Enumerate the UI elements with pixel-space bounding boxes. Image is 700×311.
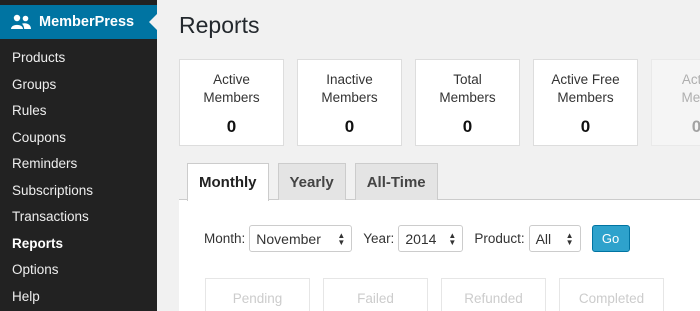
sidebar-item-reminders[interactable]: Reminders — [0, 151, 157, 178]
stat-card-active-free-members: Active Free Members 0 — [533, 59, 638, 146]
stat-card-inactive-members: Inactive Members 0 — [297, 59, 402, 146]
sidebar-item-groups[interactable]: Groups — [0, 72, 157, 99]
users-icon — [10, 14, 32, 30]
product-select[interactable]: All ▲ ▼ — [528, 225, 581, 252]
sidebar-brand-memberpress[interactable]: MemberPress — [0, 5, 158, 39]
sidebar-item-coupons[interactable]: Coupons — [0, 125, 157, 152]
sidebar-item-subscriptions[interactable]: Subscriptions — [0, 178, 157, 205]
tab-all-time[interactable]: All-Time — [354, 163, 438, 200]
stat-value: 0 — [652, 117, 700, 137]
stat-card-total-members: Total Members 0 — [415, 59, 520, 146]
admin-sidebar: MemberPress Products Groups Rules Coupon… — [0, 0, 158, 311]
tab-yearly[interactable]: Yearly — [277, 163, 346, 200]
stat-value: 0 — [462, 117, 473, 136]
select-arrows-icon: ▲ ▼ — [448, 230, 457, 247]
report-tabs: Monthly Yearly All-Time — [187, 163, 447, 201]
stat-label: Inactive Members — [321, 72, 378, 105]
year-value: 2014 — [405, 230, 437, 247]
status-card-failed: Failed — [323, 278, 428, 311]
tab-monthly[interactable]: Monthly — [187, 163, 269, 201]
status-card-completed: Completed — [559, 278, 664, 311]
stat-label: Total Members — [439, 72, 496, 105]
stat-card-active-members-partial: ActivMem 0 — [651, 59, 700, 146]
go-button[interactable]: Go — [591, 225, 630, 252]
select-arrows-icon: ▲ ▼ — [337, 230, 346, 247]
month-select[interactable]: November ▲ ▼ — [249, 225, 353, 252]
year-select[interactable]: 2014 ▲ ▼ — [398, 225, 464, 252]
stat-value: 0 — [580, 117, 591, 136]
status-card-pending: Pending — [205, 278, 310, 311]
select-arrows-icon: ▲ ▼ — [565, 230, 574, 247]
stats-row: Active Members 0 Inactive Members 0 Total M… — [179, 59, 700, 146]
sidebar-item-reports[interactable]: Reports — [0, 231, 157, 258]
stat-label: Active Members — [203, 72, 260, 105]
product-value: All — [535, 230, 552, 247]
stat-value: 0 — [344, 117, 355, 136]
stat-card-active-members: Active Members 0 — [179, 59, 284, 146]
stat-label: Active Free Members — [551, 72, 620, 105]
sidebar-item-products[interactable]: Products — [0, 45, 157, 72]
month-value: November — [256, 230, 321, 247]
page-title: Reports — [179, 12, 260, 38]
sidebar-item-help[interactable]: Help — [0, 284, 157, 311]
sidebar-item-rules[interactable]: Rules — [0, 98, 157, 125]
status-cards-row: Pending Failed Refunded Completed — [205, 278, 677, 311]
status-card-refunded: Refunded — [441, 278, 546, 311]
report-filters: Month: November ▲ ▼ Year: 2014 ▲ ▼ Product… — [204, 225, 630, 252]
stat-label: ActivMem — [681, 72, 700, 105]
year-label: Year: — [363, 231, 395, 246]
product-label: Product: — [474, 231, 525, 246]
sidebar-brand-label: MemberPress — [39, 14, 135, 30]
sidebar-item-transactions[interactable]: Transactions — [0, 204, 157, 231]
sidebar-menu: Products Groups Rules Coupons Reminders … — [0, 45, 157, 310]
sidebar-item-options[interactable]: Options — [0, 257, 157, 284]
stat-value: 0 — [226, 117, 237, 136]
month-label: Month: — [204, 231, 246, 246]
